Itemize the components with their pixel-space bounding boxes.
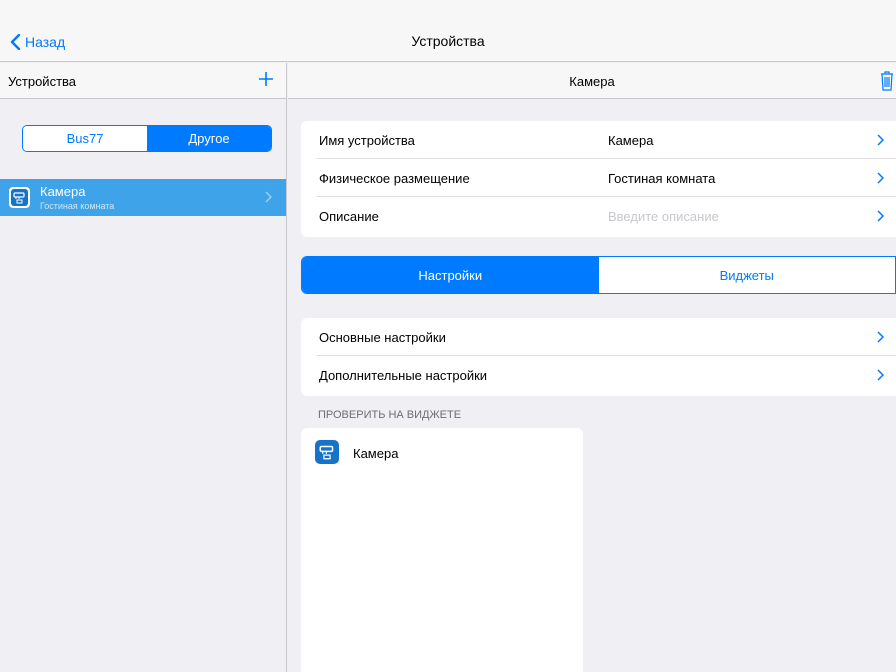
segment-bus77[interactable]: Bus77 bbox=[23, 126, 147, 151]
row-label: Дополнительные настройки bbox=[319, 368, 488, 383]
chevron-right-icon bbox=[877, 210, 884, 222]
row-physical-location[interactable]: Физическое размещение Гостиная комната bbox=[317, 159, 896, 197]
tab-settings[interactable]: Настройки bbox=[302, 257, 599, 293]
widget-preview-card: Камера bbox=[301, 428, 583, 672]
row-device-name[interactable]: Имя устройства Камера bbox=[317, 121, 896, 159]
detail-title: Камера bbox=[569, 74, 615, 89]
row-description[interactable]: Описание Введите описание bbox=[317, 197, 896, 235]
segment-other[interactable]: Другое bbox=[147, 126, 271, 151]
plus-icon bbox=[259, 72, 273, 86]
description-placeholder: Введите описание bbox=[608, 209, 719, 224]
add-device-button[interactable] bbox=[258, 67, 274, 92]
row-label: Основные настройки bbox=[319, 330, 446, 345]
widget-section-label: ПРОВЕРИТЬ НА ВИДЖЕТЕ bbox=[318, 409, 462, 421]
tab-widgets[interactable]: Виджеты bbox=[598, 257, 895, 293]
sidebar-item-camera[interactable]: Камера Гостиная комната bbox=[0, 179, 286, 216]
chevron-right-icon bbox=[265, 191, 272, 203]
device-name: Камера bbox=[40, 184, 86, 199]
device-location: Гостиная комната bbox=[40, 201, 115, 211]
delete-button[interactable] bbox=[880, 70, 894, 97]
settings-widgets-tabs: Настройки Виджеты bbox=[301, 256, 896, 294]
row-label: Имя устройства bbox=[319, 133, 415, 148]
trash-icon bbox=[881, 71, 893, 91]
detail-header: Камера bbox=[288, 63, 896, 99]
chevron-right-icon bbox=[877, 134, 884, 146]
camera-icon bbox=[315, 440, 339, 464]
row-basic-settings[interactable]: Основные настройки bbox=[317, 318, 896, 356]
row-label: Описание bbox=[319, 209, 379, 224]
chevron-right-icon bbox=[877, 369, 884, 381]
settings-group: Основные настройки Дополнительные настро… bbox=[301, 318, 896, 396]
page-title: Устройства bbox=[411, 33, 485, 49]
top-nav-bar: Назад Устройства bbox=[0, 22, 896, 62]
widget-label[interactable]: Камера bbox=[353, 446, 398, 461]
sidebar: Устройства Bus77 Другое Камера Гостиная … bbox=[0, 63, 287, 672]
sidebar-header: Устройства bbox=[0, 63, 286, 99]
camera-icon bbox=[9, 187, 30, 208]
row-value: Камера bbox=[608, 133, 654, 148]
row-label: Физическое размещение bbox=[319, 171, 470, 186]
status-bar-area bbox=[0, 0, 896, 22]
chevron-right-icon bbox=[877, 331, 884, 343]
device-info-group: Имя устройства Камера Физическое размеще… bbox=[301, 121, 896, 237]
row-advanced-settings[interactable]: Дополнительные настройки bbox=[317, 356, 896, 394]
sidebar-title: Устройства bbox=[8, 74, 77, 89]
device-source-segmented-control: Bus77 Другое bbox=[22, 125, 272, 152]
row-value: Гостиная комната bbox=[608, 171, 716, 186]
chevron-right-icon bbox=[877, 172, 884, 184]
